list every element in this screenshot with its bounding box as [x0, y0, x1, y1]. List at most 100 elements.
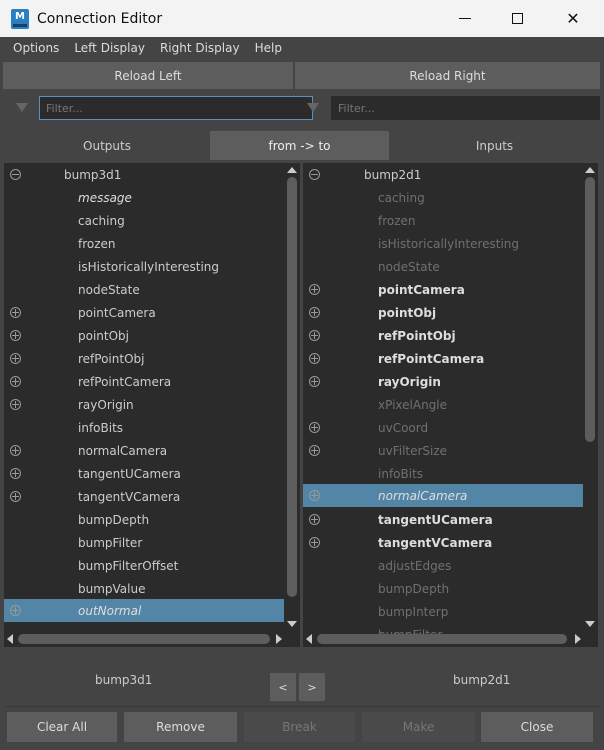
menu-help[interactable]: Help	[249, 41, 291, 55]
expand-icon[interactable]	[10, 376, 21, 387]
right-vertical-scrollbar[interactable]	[584, 163, 596, 633]
attribute-row[interactable]: bumpValue	[4, 577, 284, 600]
left-horizontal-scrollbar[interactable]	[4, 631, 286, 647]
attribute-row[interactable]: uvCoord	[303, 416, 583, 439]
attribute-row[interactable]: infoBits	[303, 462, 583, 485]
attribute-row[interactable]: bumpDepth	[303, 577, 583, 600]
expand-icon[interactable]	[10, 491, 21, 502]
attribute-row[interactable]: tangentUCamera	[4, 462, 284, 485]
attribute-row[interactable]: normalCamera	[4, 439, 284, 462]
inputs-list[interactable]: bump2d1 caching frozen isHistoricallyInter…	[303, 163, 598, 647]
outputs-list[interactable]: bump3d1 message caching frozen isHistorical…	[4, 163, 300, 647]
attribute-row[interactable]: tangentVCamera	[303, 531, 583, 554]
attribute-row[interactable]: pointCamera	[303, 278, 583, 301]
scroll-up-icon[interactable]	[287, 167, 297, 173]
scroll-thumb[interactable]	[287, 177, 297, 597]
scroll-down-icon[interactable]	[585, 621, 595, 627]
scroll-left-icon[interactable]	[7, 634, 13, 644]
expand-icon[interactable]	[309, 376, 320, 387]
attribute-row[interactable]: refPointObj	[4, 347, 284, 370]
attribute-row[interactable]: pointObj	[303, 301, 583, 324]
attribute-row[interactable]: outNormal	[4, 599, 284, 622]
attribute-row[interactable]: nodeState	[4, 278, 284, 301]
tab-inputs[interactable]: Inputs	[389, 131, 600, 160]
attribute-row[interactable]: normalCamera	[303, 484, 583, 507]
scroll-right-icon[interactable]	[276, 634, 282, 644]
expand-icon[interactable]	[10, 307, 21, 318]
close-button[interactable]: Close	[481, 712, 593, 742]
attribute-row[interactable]: message	[4, 186, 284, 209]
tab-outputs[interactable]: Outputs	[4, 131, 210, 160]
menu-options[interactable]: Options	[0, 41, 68, 55]
expand-icon[interactable]	[309, 353, 320, 364]
attribute-row[interactable]: isHistoricallyInteresting	[303, 232, 583, 255]
expand-icon[interactable]	[309, 514, 320, 525]
node-header-row[interactable]: bump3d1	[4, 163, 284, 186]
attribute-row[interactable]: caching	[303, 186, 583, 209]
expand-icon[interactable]	[10, 468, 21, 479]
attribute-row[interactable]: frozen	[4, 232, 284, 255]
attribute-row[interactable]: frozen	[303, 209, 583, 232]
attribute-row[interactable]: xPixelAngle	[303, 393, 583, 416]
expand-icon[interactable]	[10, 399, 21, 410]
collapse-icon[interactable]	[309, 169, 320, 180]
scroll-left-icon[interactable]	[306, 634, 312, 644]
attribute-row[interactable]: infoBits	[4, 416, 284, 439]
reload-right-button[interactable]: Reload Right	[295, 62, 600, 89]
next-button[interactable]: >	[299, 673, 325, 701]
right-horizontal-scrollbar[interactable]	[303, 631, 584, 647]
reload-left-button[interactable]: Reload Left	[3, 62, 293, 89]
attribute-row[interactable]: refPointObj	[303, 324, 583, 347]
attribute-row[interactable]: bumpFilter	[4, 531, 284, 554]
maximize-button[interactable]	[494, 0, 540, 37]
clear-all-button[interactable]: Clear All	[7, 712, 117, 742]
attribute-row[interactable]: nodeState	[303, 255, 583, 278]
previous-button[interactable]: <	[270, 673, 296, 701]
node-header-row[interactable]: bump2d1	[303, 163, 583, 186]
expand-icon[interactable]	[309, 422, 320, 433]
expand-icon[interactable]	[309, 537, 320, 548]
attribute-row[interactable]: pointObj	[4, 324, 284, 347]
attribute-row[interactable]: refPointCamera	[4, 370, 284, 393]
scroll-right-icon[interactable]	[575, 634, 581, 644]
scroll-down-icon[interactable]	[287, 621, 297, 627]
attribute-row[interactable]: isHistoricallyInteresting	[4, 255, 284, 278]
expand-icon[interactable]	[309, 330, 320, 341]
scroll-thumb[interactable]	[317, 634, 567, 644]
attribute-row[interactable]: rayOrigin	[4, 393, 284, 416]
scroll-thumb[interactable]	[585, 177, 595, 442]
attribute-row[interactable]: bumpInterp	[303, 600, 583, 623]
close-window-button[interactable]: ✕	[550, 0, 596, 37]
attribute-row[interactable]: bumpDepth	[4, 508, 284, 531]
attribute-row[interactable]: pointCamera	[4, 301, 284, 324]
minimize-button[interactable]	[442, 0, 488, 37]
left-filter-input[interactable]: Filter...	[39, 96, 313, 120]
attribute-row[interactable]: adjustEdges	[303, 554, 583, 577]
expand-icon[interactable]	[309, 284, 320, 295]
attribute-row[interactable]: caching	[4, 209, 284, 232]
expand-icon[interactable]	[309, 445, 320, 456]
break-button[interactable]: Break	[244, 712, 355, 742]
right-filter-input[interactable]: Filter...	[331, 96, 600, 120]
menu-right-display[interactable]: Right Display	[154, 41, 249, 55]
remove-button[interactable]: Remove	[124, 712, 237, 742]
left-vertical-scrollbar[interactable]	[286, 163, 298, 633]
attribute-row[interactable]: tangentUCamera	[303, 508, 583, 531]
expand-icon[interactable]	[10, 353, 21, 364]
attribute-row[interactable]: refPointCamera	[303, 347, 583, 370]
attribute-row[interactable]: bumpFilterOffset	[4, 554, 284, 577]
menu-left-display[interactable]: Left Display	[68, 41, 154, 55]
expand-icon[interactable]	[10, 330, 21, 341]
collapse-icon[interactable]	[10, 169, 21, 180]
attribute-row[interactable]: uvFilterSize	[303, 439, 583, 462]
expand-icon[interactable]	[309, 307, 320, 318]
make-button[interactable]: Make	[362, 712, 475, 742]
attribute-row[interactable]: rayOrigin	[303, 370, 583, 393]
scroll-up-icon[interactable]	[585, 167, 595, 173]
attribute-row[interactable]: tangentVCamera	[4, 485, 284, 508]
expand-icon[interactable]	[10, 445, 21, 456]
expand-icon[interactable]	[309, 490, 320, 501]
expand-icon[interactable]	[10, 605, 21, 616]
mode-toggle-button[interactable]: from -> to	[210, 131, 389, 160]
scroll-thumb[interactable]	[18, 634, 270, 644]
